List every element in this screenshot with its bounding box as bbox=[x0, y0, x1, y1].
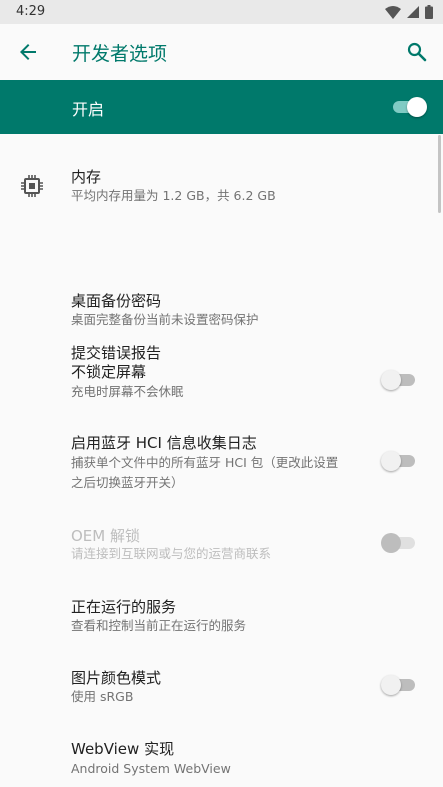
item-title: 图片颜色模式 bbox=[71, 669, 162, 687]
master-switch-bar[interactable]: 开启 bbox=[0, 80, 443, 134]
toggle-thumb bbox=[381, 675, 401, 695]
settings-list: 内存 平均内存用量为 1.2 GB，共 6.2 GB 提交错误报告 桌面备份密码… bbox=[0, 134, 443, 787]
list-item-memory[interactable]: 内存 平均内存用量为 1.2 GB，共 6.2 GB bbox=[0, 134, 443, 238]
item-title: 正在运行的服务 bbox=[71, 598, 177, 616]
item-title: WebView 实现 bbox=[71, 740, 175, 758]
status-time: 4:29 bbox=[16, 4, 46, 19]
item-summary-line-1: 捕获单个文件中的所有蓝牙 HCI 包（更改此设置 bbox=[71, 455, 339, 470]
item-title: 不锁定屏幕 bbox=[71, 363, 147, 381]
item-title: 提交错误报告 bbox=[71, 344, 162, 362]
status-icons bbox=[385, 5, 433, 19]
master-toggle[interactable] bbox=[391, 97, 427, 117]
item-summary: 使用 sRGB bbox=[71, 689, 134, 704]
memory-chip-icon bbox=[21, 175, 43, 197]
toggle-thumb bbox=[407, 97, 427, 117]
toggle-thumb bbox=[381, 370, 401, 390]
list-item-bug-report[interactable]: 提交错误报告 bbox=[0, 238, 443, 362]
item-title: 桌面备份密码 bbox=[71, 292, 162, 310]
item-summary: 平均内存用量为 1.2 GB，共 6.2 GB bbox=[71, 188, 276, 203]
battery-icon bbox=[425, 5, 433, 19]
search-icon[interactable] bbox=[405, 40, 429, 64]
scrollbar[interactable] bbox=[438, 135, 441, 213]
signal-icon bbox=[407, 6, 419, 18]
item-summary: Android System WebView bbox=[71, 761, 231, 776]
status-bar: 4:29 bbox=[0, 0, 443, 24]
master-switch-label: 开启 bbox=[72, 100, 105, 119]
item-summary: 请连接到互联网或与您的运营商联系 bbox=[71, 546, 272, 561]
app-bar: 开发者选项 bbox=[0, 24, 443, 80]
stay-awake-toggle[interactable] bbox=[381, 370, 417, 390]
toggle-thumb bbox=[381, 533, 401, 553]
item-summary: 充电时屏幕不会休眠 bbox=[71, 384, 184, 399]
item-summary-line-2: 之后切换蓝牙开关） bbox=[71, 475, 184, 490]
item-title: 启用蓝牙 HCI 信息收集日志 bbox=[71, 434, 257, 452]
bluetooth-hci-log-toggle[interactable] bbox=[381, 451, 417, 471]
item-title: 内存 bbox=[71, 168, 102, 186]
back-arrow-icon[interactable] bbox=[16, 40, 40, 64]
wifi-icon bbox=[385, 5, 401, 19]
item-title: OEM 解锁 bbox=[71, 527, 140, 545]
item-summary: 桌面完整备份当前未设置密码保护 bbox=[71, 312, 259, 327]
color-mode-toggle[interactable] bbox=[381, 675, 417, 695]
page-title: 开发者选项 bbox=[72, 43, 168, 65]
oem-unlock-toggle bbox=[381, 533, 417, 553]
item-summary: 查看和控制当前正在运行的服务 bbox=[71, 618, 247, 633]
toggle-thumb bbox=[381, 451, 401, 471]
